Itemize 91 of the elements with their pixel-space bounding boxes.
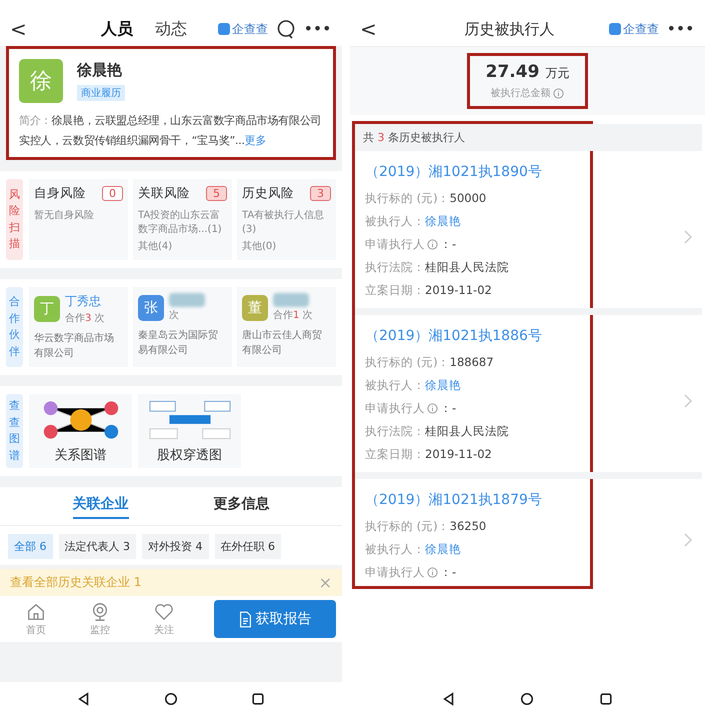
risk-count: 0 <box>102 186 123 201</box>
section-label: 风险扫描 <box>6 179 23 260</box>
page-title: 历史被执行人 <box>464 20 556 38</box>
more-button[interactable]: ••• <box>667 22 695 36</box>
graph-title: 股权穿透图 <box>157 447 222 464</box>
person-name: 徐晨艳 <box>77 61 122 80</box>
case-item[interactable]: （2019）湘1021执1890号 执行标的 (元)：50000 被执行人：徐晨艳 申请执行人 ：- 执行法院：桂阳县人民法院 立案日期：2019-11-02 <box>355 151 702 315</box>
report-button[interactable]: 获取报告 <box>214 600 336 638</box>
risk-card[interactable]: 关联风险 5 TA投资的山东云富数字商品市场...(1) 其他(4) <box>133 179 232 260</box>
section-label: 合作伙伴 <box>6 287 23 367</box>
intro-text: 简介：徐晨艳，云联盟总经理，山东云富数字商品市场有限公司实控人，云数贸传销组织漏网骨干，“宝马奖”...更多 <box>19 113 322 149</box>
field-label: 申请执行人 <box>365 401 425 416</box>
partner-card[interactable]: 董 合作1 次 唐山市云佳人商贸有限公司 <box>237 287 336 367</box>
field-text: 执行标的 (元)：50000 <box>365 191 486 206</box>
risk-title: 自身风险 <box>34 185 86 202</box>
field-text: 执行标的 (元)：36250 <box>365 519 486 534</box>
risk-count: 5 <box>206 186 227 201</box>
field-text: 被执行人：徐晨艳 <box>365 214 461 229</box>
field-text: 被执行人：徐晨艳 <box>365 542 461 557</box>
risk-count: 3 <box>310 186 331 201</box>
field-value: ：- <box>440 565 456 580</box>
risk-detail: 其他(0) <box>242 240 278 254</box>
nav-tab[interactable]: 人员 <box>101 18 134 40</box>
document-icon <box>238 610 252 628</box>
recent-apps-icon[interactable] <box>598 692 613 706</box>
field-label: 申请执行人 <box>365 237 425 252</box>
risk-card[interactable]: 自身风险 0 暂无自身风险 <box>29 179 128 260</box>
info-icon[interactable] <box>427 567 438 578</box>
avatar: 丁 <box>34 296 60 322</box>
case-number: （2019）湘1021执1879号 <box>365 491 543 509</box>
back-icon[interactable] <box>76 692 91 706</box>
section-tab[interactable]: 关联企业 <box>72 495 128 519</box>
search-icon[interactable] <box>276 19 296 39</box>
field-value: ：- <box>440 401 456 416</box>
more-button[interactable]: ••• <box>304 22 332 36</box>
home-icon[interactable] <box>520 692 534 706</box>
field-label: 申请执行人 <box>365 565 425 580</box>
back-button[interactable]: < <box>10 17 30 41</box>
nav-tab[interactable]: 动态 <box>155 18 188 40</box>
back-icon[interactable] <box>442 692 456 706</box>
graph-title: 关系图谱 <box>54 447 106 464</box>
heart-icon[interactable] <box>154 602 174 622</box>
camera-icon[interactable] <box>90 602 110 622</box>
field-text: 立案日期：2019-11-02 <box>365 283 492 298</box>
cooperation-count: 合作1 次 <box>273 309 313 322</box>
field-text: 执行标的 (元)：188687 <box>365 355 494 370</box>
graph-card[interactable]: 股权穿透图 <box>138 394 241 468</box>
case-number: （2019）湘1021执1886号 <box>365 327 543 345</box>
filter-chip[interactable]: 全部 6 <box>8 534 52 559</box>
risk-card[interactable]: 历史风险 3 TA有被执行人信息(3) 其他(0) <box>237 179 336 260</box>
info-icon[interactable] <box>427 239 438 250</box>
filter-chip[interactable]: 对外投资 4 <box>142 534 208 559</box>
avatar: 董 <box>242 294 268 320</box>
info-icon[interactable] <box>553 88 564 98</box>
recent-apps-icon[interactable] <box>251 692 266 706</box>
field-text: 执行法院：桂阳县人民法院 <box>365 260 509 275</box>
total-amount: 27.49 万元 <box>486 62 570 82</box>
list-header: 共 3 条历史被执行人 <box>355 124 702 151</box>
amount-caption: 被执行总金额 <box>490 86 550 100</box>
risk-detail: TA投资的山东云富数字商品市场...(1) <box>138 209 223 237</box>
brand-logo: 企查查 <box>218 20 268 38</box>
company-name: 秦皇岛云为国际贸易有限公司 <box>138 328 219 358</box>
risk-detail: 其他(4) <box>138 240 174 254</box>
avatar: 张 <box>138 294 164 320</box>
brand-logo: 企查查 <box>609 20 660 38</box>
field-text: 执行法院：桂阳县人民法院 <box>365 424 509 439</box>
section-tab[interactable]: 更多信息 <box>214 495 270 519</box>
field-text: 被执行人：徐晨艳 <box>365 378 461 393</box>
cooperation-count: 合作3 次 <box>65 312 105 325</box>
case-item[interactable]: （2019）湘1021执1886号 执行标的 (元)：188687 被执行人：徐晨艳 申请执行人 ：- 执行法院：桂阳县人民法院 立案日期：2019-11-02 <box>355 315 702 479</box>
info-icon[interactable] <box>427 403 438 414</box>
company-name: 唐山市云佳人商贸有限公司 <box>242 328 323 358</box>
section-label: 查查图谱 <box>6 394 23 468</box>
field-text: 立案日期：2019-11-02 <box>365 447 492 462</box>
filter-chip[interactable]: 法定代表人 3 <box>58 534 136 559</box>
case-number: （2019）湘1021执1890号 <box>365 163 543 181</box>
risk-title: 关联风险 <box>138 185 190 202</box>
risk-detail: 暂无自身风险 <box>34 209 95 223</box>
risk-detail: TA有被执行人信息(3) <box>242 209 326 237</box>
graph-card[interactable]: 关系图谱 <box>29 394 132 468</box>
avatar: 徐 <box>19 59 63 103</box>
banner-text: 查看全部历史关联企业 1 <box>10 574 142 591</box>
case-item[interactable]: （2019）湘1021执1879号 执行标的 (元)：36250 被执行人：徐晨艳 申请执行人 ：- <box>355 479 702 586</box>
cooperation-count: 次 <box>169 309 180 322</box>
partner-card[interactable]: 张 次 秦皇岛云为国际贸易有限公司 <box>133 287 232 367</box>
filter-chip[interactable]: 在外任职 6 <box>214 534 281 559</box>
back-button[interactable]: < <box>360 17 380 41</box>
company-name: 华云数字商品市场有限公司 <box>34 332 115 361</box>
home-icon[interactable] <box>164 692 178 706</box>
risk-title: 历史风险 <box>242 185 294 202</box>
field-value: ：- <box>440 237 456 252</box>
